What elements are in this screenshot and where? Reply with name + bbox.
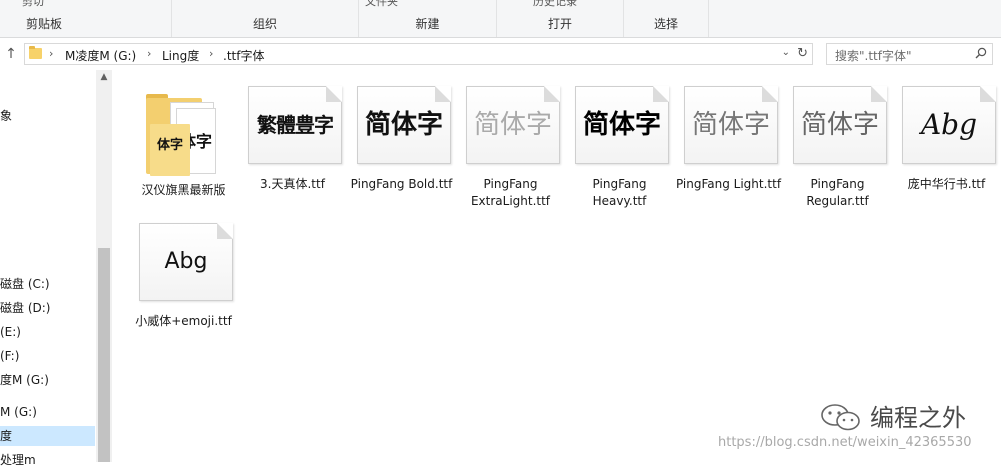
- nav-item-drive-d[interactable]: 磁盘 (D:): [0, 298, 95, 318]
- file-name: PingFang Heavy.ttf: [592, 177, 647, 208]
- nav-item-drive-g[interactable]: 度M (G:): [0, 370, 95, 390]
- file-item-font[interactable]: Abg 庞中华行书.ttf: [892, 70, 1001, 205]
- scroll-up-icon[interactable]: ▲: [96, 72, 112, 82]
- watermark: 编程之外 https://blog.csdn.net/weixin_423655…: [718, 398, 1001, 462]
- file-name: 3.天真体.ttf: [260, 177, 325, 191]
- file-name: 汉仪旗黑最新版: [141, 183, 226, 197]
- ribbon-group-new: 文件夹 新建: [359, 0, 497, 37]
- ribbon-new-folder-label[interactable]: 文件夹: [365, 0, 398, 9]
- file-item-font[interactable]: 简体字 PingFang Regular.ttf: [783, 70, 892, 208]
- ribbon-group-label-clipboard: 剪贴板: [26, 17, 63, 31]
- ribbon-group-organize: 组织: [172, 0, 359, 37]
- file-item-font[interactable]: 简体字 PingFang Heavy.ttf: [565, 70, 674, 208]
- breadcrumb-drive[interactable]: M凌度M (G:): [65, 47, 136, 64]
- address-row: ↑ › M凌度M (G:) › Ling度 › .ttf字体 ⌄ ↻ 搜索".t…: [0, 38, 1001, 70]
- file-item-folder[interactable]: 体字 体字 汉仪旗黑最新版: [129, 76, 238, 211]
- font-preview: 简体字: [364, 110, 443, 140]
- refresh-icon[interactable]: ↻: [797, 46, 808, 61]
- nav-item-drive-c[interactable]: 磁盘 (C:): [0, 274, 95, 294]
- file-name: PingFang ExtraLight.ttf: [470, 177, 551, 208]
- address-bar[interactable]: › M凌度M (G:) › Ling度 › .ttf字体 ⌄ ↻: [24, 43, 813, 65]
- font-preview: 简体字: [473, 110, 552, 140]
- file-item-font[interactable]: 繁體豊字 3.天真体.ttf: [238, 70, 347, 205]
- nav-item-selected[interactable]: 度: [0, 426, 95, 446]
- font-file-icon: Abg: [139, 223, 233, 301]
- ribbon-group-open: 历史记录 打开: [497, 0, 624, 37]
- font-preview: 繁體豊字: [257, 113, 334, 137]
- ribbon-group-label-select: 选择: [653, 17, 678, 31]
- file-item-font[interactable]: Abg 小威体+emoji.ttf: [129, 207, 238, 342]
- watermark-url: https://blog.csdn.net/weixin_42365530: [718, 435, 972, 450]
- up-arrow-icon[interactable]: ↑: [3, 46, 19, 62]
- breadcrumb-separator-icon[interactable]: ›: [49, 47, 53, 60]
- font-preview: 简体字: [800, 110, 879, 140]
- ribbon-cut-label[interactable]: 剪切: [22, 0, 44, 9]
- wechat-icon: [821, 404, 860, 431]
- nav-item[interactable]: 处理m: [0, 450, 95, 470]
- nav-item-drive-f[interactable]: (F:): [0, 346, 95, 366]
- font-file-icon: 繁體豊字: [248, 86, 342, 164]
- nav-item-drive-g2[interactable]: M (G:): [0, 402, 95, 422]
- file-item-font[interactable]: 简体字 PingFang Light.ttf: [674, 70, 783, 205]
- folder-thumbnail-icon: 体字 体字: [146, 94, 218, 176]
- file-name: PingFang Regular.ttf: [806, 177, 869, 208]
- font-file-icon: Abg: [902, 86, 996, 164]
- folder-front-text: 体字: [150, 124, 190, 176]
- watermark-title: 编程之外: [870, 404, 966, 432]
- font-file-icon: 简体字: [793, 86, 887, 164]
- ribbon: 剪切 剪贴板 组织 文件夹 新建 历史记录 打开 选择: [0, 0, 1001, 38]
- font-file-icon: 简体字: [575, 86, 669, 164]
- file-name: 庞中华行书.ttf: [907, 177, 986, 191]
- search-box[interactable]: 搜索".ttf字体": [826, 43, 993, 65]
- file-name: 小威体+emoji.ttf: [135, 314, 232, 328]
- ribbon-history-label[interactable]: 历史记录: [533, 0, 577, 9]
- font-preview: Abg: [164, 249, 208, 274]
- font-preview: 简体字: [691, 110, 770, 140]
- file-name: PingFang Bold.ttf: [350, 177, 453, 191]
- file-item-font[interactable]: 简体字 PingFang Bold.ttf: [347, 70, 456, 205]
- breadcrumb-separator-icon[interactable]: ›: [209, 47, 213, 60]
- ribbon-group-clipboard: 剪切 剪贴板: [0, 0, 172, 37]
- font-file-icon: 简体字: [357, 86, 451, 164]
- folder-icon: [29, 46, 42, 59]
- search-placeholder: 搜索".ttf字体": [835, 49, 912, 63]
- file-item-font[interactable]: 简体字 PingFang ExtraLight.ttf: [456, 70, 565, 208]
- nav-item[interactable]: 象: [0, 106, 95, 126]
- ribbon-group-label-organize: 组织: [252, 17, 277, 31]
- breadcrumb-current[interactable]: .ttf字体: [223, 47, 264, 64]
- font-file-icon: 简体字: [466, 86, 560, 164]
- breadcrumb-separator-icon[interactable]: ›: [147, 47, 151, 60]
- file-name: PingFang Light.ttf: [675, 177, 782, 191]
- chevron-down-icon[interactable]: ⌄: [782, 47, 790, 58]
- breadcrumb-folder[interactable]: Ling度: [162, 47, 199, 64]
- nav-item-drive-e[interactable]: (E:): [0, 322, 95, 342]
- scrollbar-thumb[interactable]: [98, 248, 110, 462]
- font-preview: Abg: [920, 108, 978, 141]
- ribbon-group-label-open: 打开: [547, 17, 572, 31]
- search-icon[interactable]: [975, 47, 987, 59]
- ribbon-group-label-new: 新建: [415, 17, 440, 31]
- font-file-icon: 简体字: [684, 86, 778, 164]
- nav-scrollbar[interactable]: ▲: [96, 70, 112, 462]
- font-preview: 简体字: [582, 110, 661, 140]
- ribbon-group-select: 选择: [624, 0, 709, 37]
